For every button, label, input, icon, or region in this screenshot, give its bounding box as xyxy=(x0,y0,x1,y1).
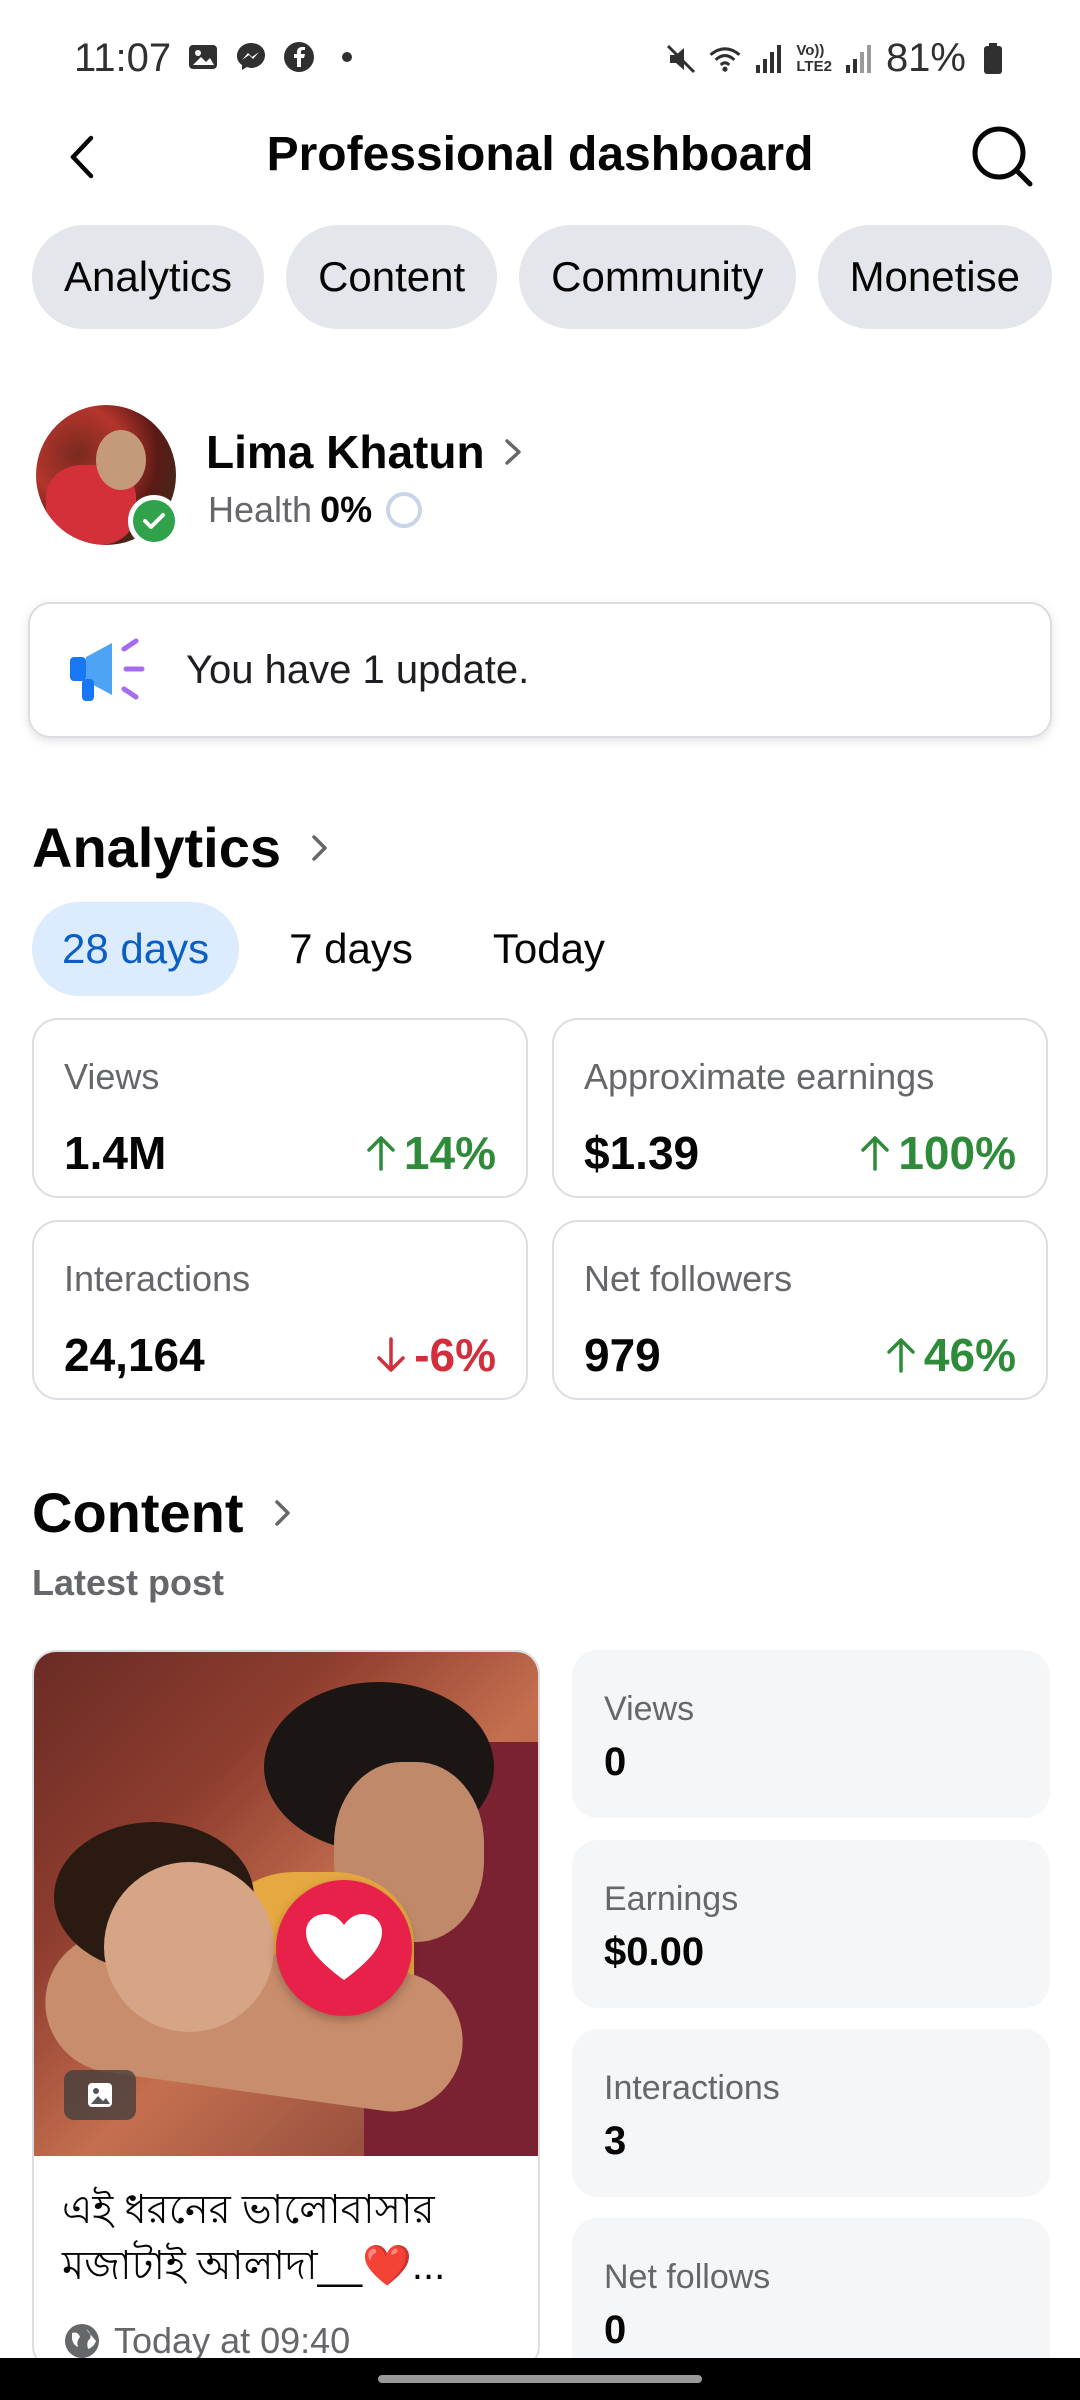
tab-community[interactable]: Community xyxy=(519,225,796,329)
post-caption: এই ধরনের ভালোবাসার মজাটাই আলাদা__❤️... xyxy=(62,2188,446,2288)
system-nav-bar xyxy=(0,2358,1080,2400)
stat-value: 24,164 xyxy=(64,1329,205,1381)
arrow-up-icon xyxy=(861,1136,890,1171)
profile-row[interactable]: Lima Khatun Health 0% xyxy=(36,405,1046,547)
date-range-tabs: 28 days 7 days Today xyxy=(32,902,635,996)
gallery-icon xyxy=(186,40,220,74)
home-indicator[interactable] xyxy=(378,2375,702,2383)
update-card[interactable]: You have 1 update. xyxy=(28,602,1052,738)
tab-content[interactable]: Content xyxy=(286,225,498,329)
metric-value: 3 xyxy=(604,2119,627,2163)
battery-percentage: 81% xyxy=(885,36,966,80)
latest-post-card[interactable]: এই ধরনের ভালোবাসার মজাটাই আলাদা__❤️... T… xyxy=(32,1650,540,2370)
search-icon xyxy=(972,126,1033,187)
metric-label: Net follows xyxy=(604,2258,771,2296)
stat-change: 14% xyxy=(364,1128,496,1178)
health-progress-ring xyxy=(386,492,423,528)
stat-card-views[interactable]: Views 1.4M 14% xyxy=(32,1018,528,1198)
volte-icon: Vo)) LTE2 xyxy=(796,41,832,75)
arrow-up-icon xyxy=(887,1338,915,1373)
status-time: 11:07 xyxy=(74,36,172,80)
health-label: Health xyxy=(208,489,313,530)
content-title: Content xyxy=(32,1481,244,1544)
signal-icon xyxy=(842,42,876,76)
metric-value: 0 xyxy=(604,2308,627,2352)
facebook-icon xyxy=(282,40,316,74)
arrow-down-icon xyxy=(377,1337,405,1372)
range-tab-today[interactable]: Today xyxy=(463,902,635,996)
metric-label: Views xyxy=(604,1690,695,1728)
content-header[interactable]: Content xyxy=(32,1480,294,1545)
signal-icon xyxy=(752,42,786,76)
tab-analytics[interactable]: Analytics xyxy=(32,225,265,329)
dashboard-tabs: Analytics Content Community Monetise xyxy=(32,225,1052,329)
tab-monetise[interactable]: Monetise xyxy=(817,225,1052,329)
heart-icon xyxy=(276,1880,412,2016)
latest-post-label: Latest post xyxy=(32,1562,225,1603)
verified-check-icon xyxy=(128,495,180,547)
battery-icon xyxy=(976,42,1010,76)
stat-change: 100% xyxy=(858,1128,1016,1178)
health-score: Health 0% xyxy=(208,489,423,531)
globe-icon xyxy=(65,2324,99,2358)
page-title: Professional dashboard xyxy=(266,128,814,181)
photo-type-icon xyxy=(64,2070,136,2120)
metric-value: $0.00 xyxy=(604,1930,705,1974)
status-bar: 11:07 Vo)) LTE2 81% xyxy=(0,0,1080,120)
megaphone-icon xyxy=(70,638,145,701)
profile-name[interactable]: Lima Khatun xyxy=(206,425,485,479)
metric-label: Interactions xyxy=(604,2069,780,2107)
health-value: 0% xyxy=(320,489,373,530)
range-tab-28-days[interactable]: 28 days xyxy=(32,902,240,996)
app-header: Professional dashboard xyxy=(0,110,1080,230)
search-button[interactable] xyxy=(962,116,1042,196)
stat-label: Approximate earnings xyxy=(584,1056,935,1097)
chevron-right-icon xyxy=(274,1499,290,1526)
stat-card-earnings[interactable]: Approximate earnings $1.39 100% xyxy=(552,1018,1048,1198)
metric-value: 0 xyxy=(604,1740,627,1784)
arrow-up-icon xyxy=(367,1136,395,1171)
stat-change: 46% xyxy=(884,1330,1016,1380)
range-tab-7-days[interactable]: 7 days xyxy=(259,902,443,996)
analytics-title: Analytics xyxy=(32,816,281,879)
stat-value: 979 xyxy=(584,1329,661,1381)
stat-card-net-followers[interactable]: Net followers 979 46% xyxy=(552,1220,1048,1400)
stat-label: Interactions xyxy=(64,1258,251,1299)
post-metric-interactions: Interactions 3 xyxy=(572,2029,1050,2197)
stat-label: Net followers xyxy=(584,1258,793,1299)
chevron-right-icon xyxy=(312,834,327,861)
post-metric-earnings: Earnings $0.00 xyxy=(572,1840,1050,2008)
stat-change: -6% xyxy=(374,1330,496,1380)
update-text: You have 1 update. xyxy=(186,647,530,692)
chevron-right-icon xyxy=(504,439,521,465)
stat-label: Views xyxy=(64,1056,160,1097)
analytics-header[interactable]: Analytics xyxy=(32,815,331,880)
wifi-icon xyxy=(708,42,742,76)
dot-icon xyxy=(330,40,364,74)
stat-card-interactions[interactable]: Interactions 24,164 -6% xyxy=(32,1220,528,1400)
post-time: Today at 09:40 xyxy=(114,2320,351,2361)
mute-icon xyxy=(664,42,698,76)
post-thumbnail[interactable] xyxy=(34,1652,538,2156)
post-metric-views: Views 0 xyxy=(572,1650,1050,1818)
messenger-icon xyxy=(234,40,268,74)
metric-label: Earnings xyxy=(604,1880,739,1918)
stat-value: 1.4M xyxy=(64,1127,167,1179)
stat-value: $1.39 xyxy=(584,1127,700,1179)
